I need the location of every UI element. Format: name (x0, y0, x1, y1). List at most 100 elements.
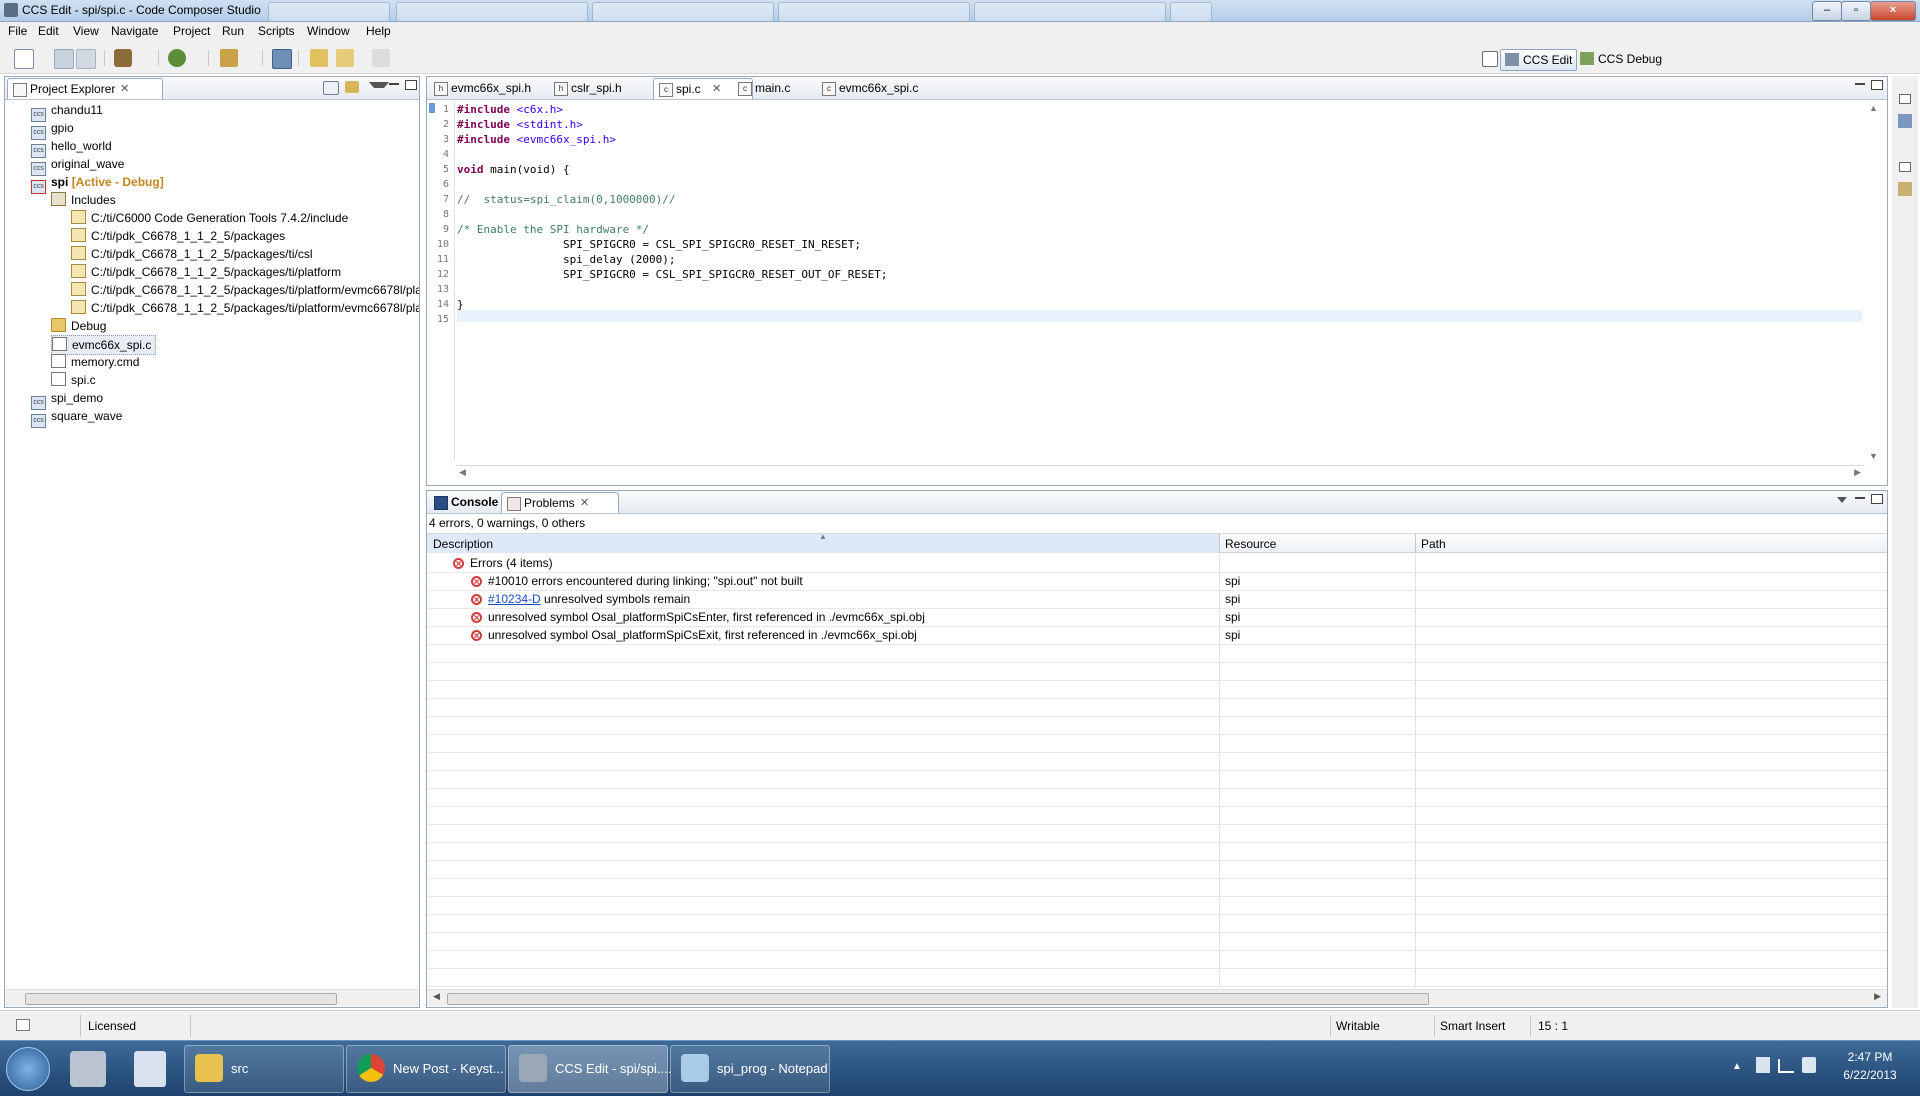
tree-item-project[interactable]: ccs gpio (31, 119, 74, 140)
menu-navigate[interactable]: Navigate (111, 24, 158, 38)
maximize-icon[interactable] (1871, 80, 1883, 90)
column-header-resource[interactable]: Resource (1225, 537, 1276, 551)
code-line[interactable]: } (457, 298, 464, 311)
code-line[interactable]: spi_delay (2000); (457, 253, 676, 266)
save-icon[interactable] (54, 49, 74, 69)
open-perspective-icon[interactable] (272, 49, 292, 69)
code-line[interactable]: SPI_SPIGCR0 = CSL_SPI_SPIGCR0_RESET_OUT_… (457, 268, 888, 281)
build-icon[interactable] (114, 49, 132, 67)
maximize-button[interactable]: ▫ (1841, 1, 1871, 21)
show-hidden-icons[interactable]: ▲ (1732, 1061, 1742, 1072)
scroll-left-icon[interactable]: ◀ (459, 467, 466, 478)
scrollbar-thumb[interactable] (447, 993, 1429, 1005)
tree-item-include-path[interactable]: C:/ti/C6000 Code Generation Tools 7.4.2/… (71, 209, 348, 227)
problem-row[interactable]: #10234-D unresolved symbols remain spi (427, 590, 1887, 609)
new-icon[interactable] (14, 49, 34, 69)
back-icon[interactable] (310, 49, 328, 67)
clock-date[interactable]: 6/22/2013 (1830, 1068, 1910, 1082)
perspective-ccs-edit[interactable]: CCS Edit (1500, 49, 1578, 71)
forward-icon[interactable] (372, 49, 390, 67)
restore-icon[interactable] (1899, 94, 1911, 104)
close-icon[interactable]: ✕ (712, 79, 721, 99)
pinned-app-icon[interactable] (70, 1051, 106, 1087)
clock-time[interactable]: 2:47 PM (1830, 1050, 1910, 1064)
restore-icon[interactable] (1899, 162, 1911, 172)
collapse-all-icon[interactable] (323, 81, 339, 95)
network-icon[interactable] (1778, 1059, 1794, 1073)
menu-window[interactable]: Window (307, 24, 350, 38)
tree-item-includes[interactable]: Includes (51, 191, 116, 209)
code-line[interactable]: #include <evmc66x_spi.h> (457, 133, 616, 146)
problem-row[interactable]: unresolved symbol Osal_platformSpiCsEnte… (427, 608, 1887, 627)
problem-row[interactable]: unresolved symbol Osal_platformSpiCsExit… (427, 626, 1887, 645)
column-header-path[interactable]: Path (1421, 537, 1446, 551)
menu-view[interactable]: View (73, 24, 99, 38)
problem-row[interactable]: #10010 errors encountered during linking… (427, 572, 1887, 591)
tree-item-include-path[interactable]: C:/ti/pdk_C6678_1_1_2_5/packages/ti/csl (71, 245, 312, 263)
tree-item-project[interactable]: ccs hello_world (31, 137, 112, 158)
outline-icon[interactable] (1898, 114, 1912, 128)
tree-item-file-selected[interactable]: evmc66x_spi.c (51, 335, 157, 355)
tree-item-include-path[interactable]: C:/ti/pdk_C6678_1_1_2_5/packages/ti/plat… (71, 281, 419, 299)
volume-icon[interactable] (1802, 1057, 1816, 1073)
column-header-description[interactable]: Description ▲ (427, 532, 1219, 553)
editor-vertical-scrollbar[interactable]: ▲ ▼ (1863, 101, 1883, 463)
tree-item-project[interactable]: ccs square_wave (31, 407, 122, 428)
maximize-icon[interactable] (1871, 494, 1883, 504)
open-perspective-icon[interactable] (1482, 51, 1498, 67)
scroll-left-icon[interactable]: ◀ (433, 991, 440, 1002)
fast-view-icon[interactable] (16, 1019, 30, 1031)
scrollbar-thumb[interactable] (25, 993, 337, 1005)
tree-item-folder[interactable]: Debug (51, 317, 106, 335)
tree-item-active-project[interactable]: ccs spi [Active - Debug] (31, 173, 164, 194)
save-all-icon[interactable] (76, 49, 96, 69)
minimize-icon[interactable] (389, 83, 399, 85)
code-line[interactable]: /* Enable the SPI hardware */ (457, 223, 649, 236)
problems-group-row[interactable]: Errors (4 items) (427, 554, 1887, 573)
view-menu-icon[interactable] (369, 82, 389, 96)
menu-run[interactable]: Run (222, 24, 244, 38)
task-list-icon[interactable] (1898, 182, 1912, 196)
perspective-ccs-debug[interactable]: CCS Debug (1576, 49, 1666, 69)
tree-item-include-path[interactable]: C:/ti/pdk_C6678_1_1_2_5/packages (71, 227, 285, 245)
tree-item-file[interactable]: spi.c (51, 371, 96, 389)
action-center-flag-icon[interactable] (1756, 1057, 1770, 1073)
minimize-icon[interactable] (1855, 497, 1865, 499)
code-line[interactable]: #include <c6x.h> (457, 103, 563, 116)
tab-project-explorer[interactable]: Project Explorer ✕ (7, 78, 163, 99)
menu-help[interactable]: Help (366, 24, 391, 38)
tab-evmc66x-spi-c[interactable]: c evmc66x_spi.c (817, 78, 955, 98)
tab-problems[interactable]: Problems ✕ (501, 492, 619, 513)
scroll-right-icon[interactable]: ▶ (1854, 467, 1861, 478)
tree-item-project[interactable]: ccs spi_demo (31, 389, 103, 410)
debug-icon[interactable] (168, 49, 186, 67)
tree-item-project[interactable]: ccs original_wave (31, 155, 124, 176)
code-area[interactable]: 1 #include <c6x.h> 2 #include <stdint.h> 3 #i… (427, 102, 1867, 462)
maximize-icon[interactable] (405, 80, 417, 90)
taskbar-item-ccs[interactable]: CCS Edit - spi/spi.... (508, 1045, 671, 1093)
tab-evmc66x-spi-h[interactable]: h evmc66x_spi.h (429, 78, 567, 98)
code-line[interactable]: SPI_SPIGCR0 = CSL_SPI_SPIGCR0_RESET_IN_R… (457, 238, 861, 251)
menu-project[interactable]: Project (173, 24, 210, 38)
tools-icon[interactable] (220, 49, 238, 67)
taskbar-item-chrome[interactable]: New Post - Keyst... (346, 1045, 506, 1093)
calculator-icon[interactable] (134, 1051, 166, 1087)
tree-item-include-path[interactable]: C:/ti/pdk_C6678_1_1_2_5/packages/ti/plat… (71, 263, 341, 281)
problem-link[interactable]: #10234-D (488, 592, 541, 606)
scroll-right-icon[interactable]: ▶ (1874, 991, 1881, 1002)
scroll-down-icon[interactable]: ▼ (1869, 451, 1878, 461)
code-line[interactable]: // status=spi_claim(0,1000000)// (457, 193, 676, 206)
back-icon[interactable] (336, 49, 354, 67)
code-line[interactable]: void main(void) { (457, 163, 570, 176)
view-menu-icon[interactable] (1837, 497, 1847, 505)
tree-item-file[interactable]: memory.cmd (51, 353, 139, 371)
column-divider[interactable] (1415, 534, 1416, 553)
explorer-horizontal-scrollbar[interactable] (5, 989, 419, 1006)
menu-edit[interactable]: Edit (38, 24, 59, 38)
tree-item-project[interactable]: ccs chandu11 (31, 101, 103, 122)
link-with-editor-icon[interactable] (345, 81, 359, 93)
taskbar-item-explorer[interactable]: src (184, 1045, 344, 1093)
taskbar-item-notepad[interactable]: spi_prog - Notepad (670, 1045, 830, 1093)
tree-item-include-path[interactable]: C:/ti/pdk_C6678_1_1_2_5/packages/ti/plat… (71, 299, 419, 317)
start-button[interactable] (6, 1047, 50, 1091)
